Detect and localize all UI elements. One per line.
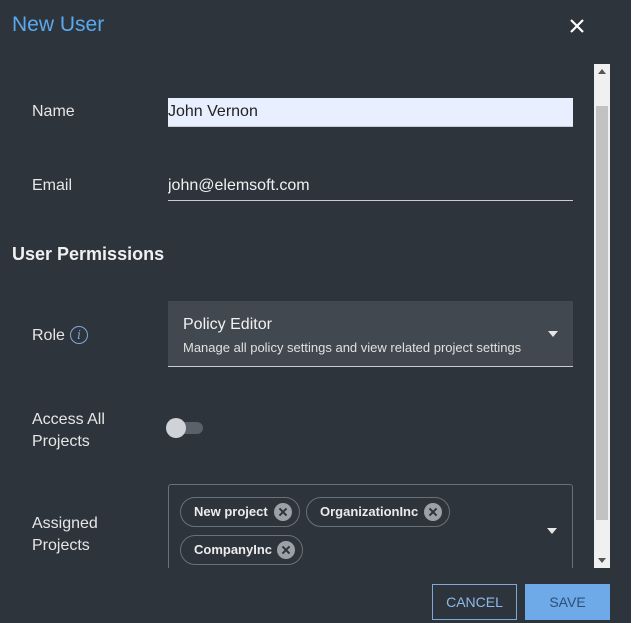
new-user-dialog: New User Name Email User Permissions Rol… bbox=[0, 0, 637, 623]
access-all-toggle[interactable] bbox=[166, 418, 204, 438]
access-all-label: Access All Projects bbox=[32, 411, 105, 450]
project-chip-label: New project bbox=[194, 504, 268, 519]
scroll-down-arrow[interactable] bbox=[598, 558, 606, 563]
close-icon[interactable] bbox=[566, 15, 588, 37]
save-button[interactable]: SAVE bbox=[525, 584, 610, 620]
project-chip-label: CompanyInc bbox=[194, 542, 273, 557]
form-scroll-area: Name Email User Permissions Role i Polic… bbox=[0, 64, 594, 568]
chevron-down-icon[interactable] bbox=[547, 528, 557, 534]
vertical-scrollbar[interactable] bbox=[594, 64, 610, 568]
dialog-title: New User bbox=[12, 13, 105, 36]
chevron-down-icon bbox=[548, 331, 558, 337]
project-chip: OrganizationInc bbox=[306, 497, 450, 527]
role-label: Role bbox=[32, 327, 65, 344]
role-selected-value: Policy Editor bbox=[183, 316, 272, 333]
name-label: Name bbox=[32, 103, 75, 120]
project-chip: CompanyInc bbox=[180, 535, 303, 565]
email-label: Email bbox=[32, 177, 73, 194]
remove-chip-icon[interactable] bbox=[424, 503, 442, 521]
cancel-button[interactable]: CANCEL bbox=[432, 584, 517, 620]
info-icon[interactable]: i bbox=[70, 326, 88, 344]
scroll-thumb[interactable] bbox=[596, 106, 608, 520]
role-select[interactable]: Policy Editor Manage all policy settings… bbox=[168, 301, 573, 367]
project-chip: New project bbox=[180, 497, 300, 527]
name-input[interactable] bbox=[168, 98, 573, 127]
assigned-projects-select[interactable]: New project OrganizationInc CompanyInc bbox=[168, 484, 573, 568]
scroll-up-arrow[interactable] bbox=[598, 69, 606, 74]
assigned-projects-label: Assigned Projects bbox=[32, 515, 98, 554]
project-chip-label: OrganizationInc bbox=[320, 504, 419, 519]
email-input[interactable] bbox=[168, 172, 573, 201]
permissions-section-title: User Permissions bbox=[12, 244, 165, 264]
remove-chip-icon[interactable] bbox=[274, 503, 292, 521]
window-edge bbox=[631, 0, 637, 623]
remove-chip-icon[interactable] bbox=[277, 541, 295, 559]
role-description: Manage all policy settings and view rela… bbox=[183, 340, 522, 355]
toggle-thumb bbox=[166, 418, 186, 438]
